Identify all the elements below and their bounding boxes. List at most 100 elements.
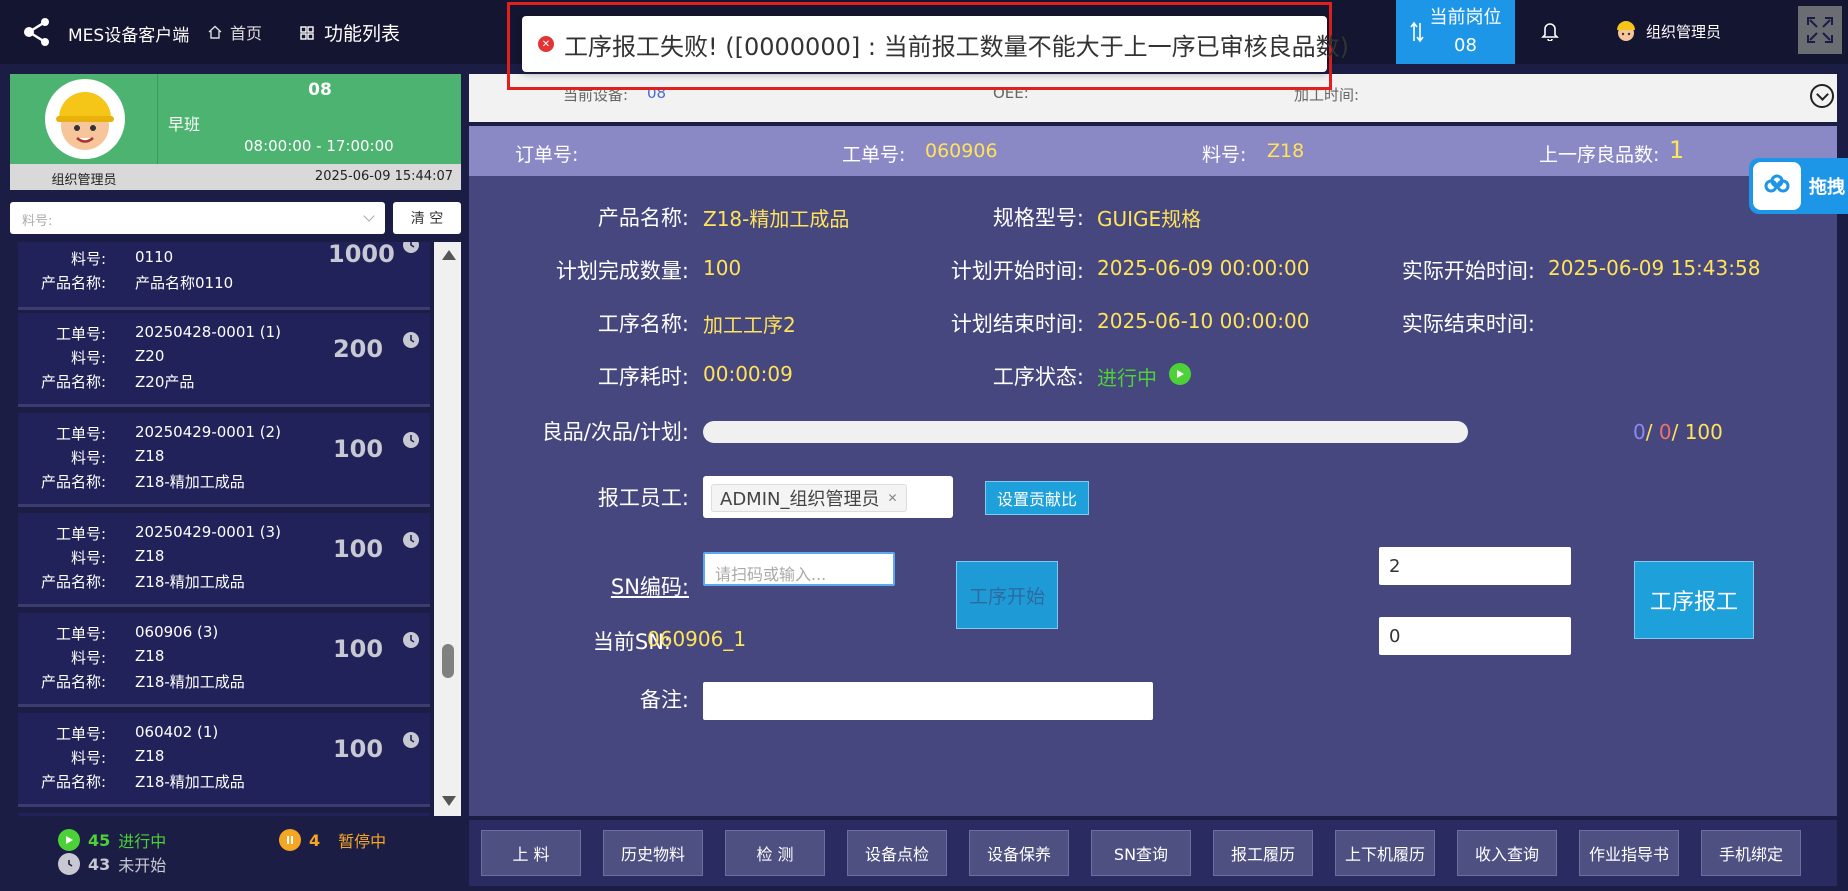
role-name: 组织管理员: [51, 173, 117, 188]
process-start-button[interactable]: 工序开始: [956, 561, 1058, 629]
work-order-card[interactable]: 工单号: 20250429-0001 (3) 料号: Z18 产品名称: Z18…: [18, 513, 430, 607]
paused-label: 暂停中: [338, 832, 387, 851]
report-qty-input[interactable]: 2: [1379, 547, 1571, 585]
plan-count: 100: [1684, 420, 1723, 444]
current-post-button[interactable]: 当前岗位 08: [1396, 0, 1515, 64]
work-order-card[interactable]: 料号: 0110 产品名称: 产品名称0110 1000: [18, 242, 430, 310]
material-select-placeholder: 料号:: [22, 214, 53, 229]
error-toast: ✕ 工序报工失败! ([0000000] : 当前报工数量不能大于上一序已审核良…: [522, 16, 1349, 72]
worker-label: 报工员工:: [597, 486, 689, 510]
work-order-card[interactable]: 工单号: 060906 (3) 料号: Z18 产品名称: Z18-精加工成品 …: [18, 613, 430, 707]
material-label: 料号:: [70, 349, 106, 367]
clock-icon: [403, 532, 419, 548]
chevron-down-icon: [363, 210, 375, 222]
clock-icon: [403, 632, 419, 648]
product-label: 产品名称:: [40, 373, 106, 391]
status-running[interactable]: 45 进行中: [58, 828, 166, 852]
remark-input[interactable]: [703, 682, 1153, 720]
toolbar-phone-bind-button[interactable]: 手机绑定: [1701, 830, 1801, 876]
product-label: 产品名称:: [40, 274, 106, 292]
work-order-value: 060402 (1): [135, 723, 219, 741]
work-order-label: 工单号:: [55, 525, 106, 543]
sn-label: SN编码:: [610, 575, 689, 599]
running-count: 45: [88, 830, 111, 850]
material-label: 料号:: [70, 449, 106, 467]
good-count: 0: [1633, 420, 1646, 444]
product-label: 产品名称:: [40, 573, 106, 591]
toolbar-report-history-button[interactable]: 报工履历: [1213, 830, 1313, 876]
plan-start-value: 2025-06-09 00:00:00: [1097, 256, 1310, 280]
work-order-card[interactable]: 工单号: 20250428-0001 (1) 料号: Z20 产品名称: Z20…: [18, 313, 430, 407]
set-contribution-button[interactable]: 设置贡献比: [985, 481, 1089, 515]
shift-post-code: 08: [308, 80, 332, 100]
fullscreen-button[interactable]: [1798, 6, 1842, 54]
clock-icon: [403, 332, 419, 348]
spec-label: 规格型号:: [992, 206, 1084, 230]
nav-function-list[interactable]: 功能列表: [300, 19, 400, 46]
progress-numbers: 0/ 0/ 100: [1633, 420, 1723, 444]
swap-arrows-icon: [1409, 21, 1424, 43]
prev-good-value: 1: [1669, 136, 1685, 164]
toolbar-inspect-button[interactable]: 检 测: [725, 830, 825, 876]
toolbar-sn-query-button[interactable]: SN查询: [1091, 830, 1191, 876]
product-value: Z18-精加工成品: [135, 773, 245, 791]
toolbar-history-material-button[interactable]: 历史物料: [603, 830, 703, 876]
actual-start-value: 2025-06-09 15:43:58: [1548, 256, 1761, 280]
toolbar-work-instruction-button[interactable]: 作业指导书: [1579, 830, 1679, 876]
work-order-list: 料号: 0110 产品名称: 产品名称0110 1000 工单号: 202504…: [10, 242, 461, 816]
work-order-value: 20250428-0001 (1): [135, 323, 281, 341]
mes-client-app: MES设备客户端 首页 功能列表 当前岗位 08 组织管理员 ✕ 工序报工失败!: [0, 0, 1848, 891]
toolbar-onoff-history-button[interactable]: 上下机履历: [1335, 830, 1435, 876]
product-value: Z18-精加工成品: [135, 573, 245, 591]
error-toast-message: 工序报工失败! ([0000000] : 当前报工数量不能大于上一序已审核良品数…: [564, 32, 1349, 61]
work-order-card[interactable]: 工单号: 060402 (1) 料号: Z18 产品名称: Z18-精加工成品 …: [18, 713, 430, 807]
bell-icon[interactable]: [1541, 21, 1559, 41]
defect-qty-input[interactable]: 0: [1379, 617, 1571, 655]
worker-select[interactable]: ADMIN_组织管理员 ✕: [703, 476, 953, 518]
clear-button[interactable]: 清 空: [393, 202, 461, 234]
order-qty: 100: [332, 635, 384, 663]
work-order-label: 工单号:: [55, 425, 106, 443]
toolbar-income-query-button[interactable]: 收入查询: [1457, 830, 1557, 876]
toolbar-equipment-maintenance-button[interactable]: 设备保养: [969, 830, 1069, 876]
actual-start-label: 实际开始时间:: [1401, 259, 1535, 283]
drag-widget[interactable]: 拖拽: [1749, 158, 1848, 214]
clock-icon: [403, 732, 419, 748]
nav-home[interactable]: 首页: [208, 20, 262, 44]
material-value: Z20: [135, 347, 165, 365]
work-order-card[interactable]: [18, 813, 430, 816]
collapse-toggle-icon[interactable]: [1810, 84, 1834, 108]
scroll-thumb[interactable]: [442, 644, 454, 678]
work-order-card[interactable]: 工单号: 20250429-0001 (2) 料号: Z18 产品名称: Z18…: [18, 413, 430, 507]
process-report-button[interactable]: 工序报工: [1634, 561, 1754, 639]
process-name-label: 工序名称:: [597, 312, 689, 336]
material-select[interactable]: 料号:: [10, 202, 385, 234]
running-label: 进行中: [118, 832, 167, 851]
status-not-started[interactable]: 43 未开始: [58, 852, 166, 876]
sn-input[interactable]: 请扫码或输入...: [703, 552, 895, 586]
scroll-up-arrow[interactable]: [442, 250, 456, 260]
work-order-label: 工单号:: [55, 725, 106, 743]
bad-count: 0: [1658, 420, 1672, 444]
user-menu[interactable]: 组织管理员: [1614, 19, 1721, 43]
order-qty: 100: [332, 735, 384, 763]
status-paused[interactable]: 4 暂停中: [279, 828, 386, 852]
material-label: 料号:: [70, 749, 106, 767]
spec-value: GUIGE规格: [1097, 207, 1202, 231]
toolbar-load-button[interactable]: 上 料: [481, 830, 581, 876]
toolbar-equipment-check-button[interactable]: 设备点检: [847, 830, 947, 876]
work-order-value: 20250429-0001 (2): [135, 423, 281, 441]
order-list-scrollbar[interactable]: [434, 242, 461, 816]
product-name-value: Z18-精加工成品: [703, 207, 850, 231]
work-order-value: 20250429-0001 (3): [135, 523, 281, 541]
plan-start-label: 计划开始时间:: [950, 259, 1084, 283]
current-sn-value: 060906_1: [647, 627, 747, 651]
close-icon[interactable]: ✕: [887, 491, 897, 505]
material-value: Z18: [135, 447, 165, 465]
work-order-value: 060906 (3): [135, 623, 219, 641]
scroll-down-arrow[interactable]: [442, 796, 456, 806]
product-value: Z18-精加工成品: [135, 473, 245, 491]
product-label: 产品名称:: [40, 773, 106, 791]
material-value: Z18: [135, 747, 165, 765]
shift-card: 08 早班 08:00:00 - 17:00:00 组织管理员 2025-06-…: [10, 74, 461, 190]
